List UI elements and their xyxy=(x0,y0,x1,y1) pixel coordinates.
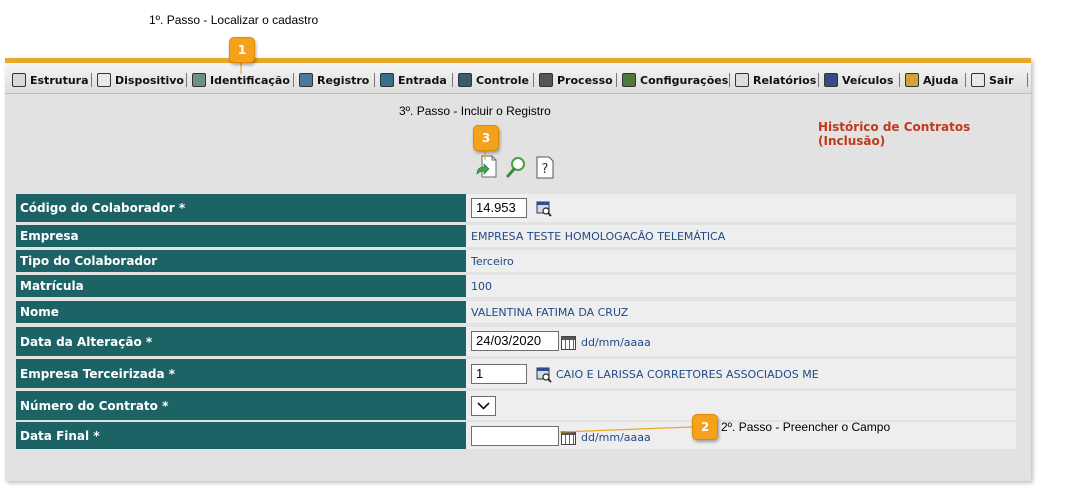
step1-note: 1º. Passo - Localizar o cadastro xyxy=(149,13,319,27)
search-icon[interactable] xyxy=(504,155,528,181)
menu-label: Veículos xyxy=(842,73,894,87)
value-matricula: 100 xyxy=(466,275,1016,297)
empresa-terceirizada-input[interactable]: 1 xyxy=(471,364,527,384)
calendar-icon[interactable] xyxy=(561,431,576,445)
step3-badge: 3 xyxy=(473,125,499,151)
label-data-alteracao: Data da Alteração * xyxy=(16,327,466,356)
chevron-down-icon xyxy=(477,402,490,410)
data-final-input[interactable] xyxy=(471,426,559,446)
value-tipo-colaborador: Terceiro xyxy=(466,250,1016,272)
menu-processo[interactable]: Processo xyxy=(539,72,613,88)
menu-label: Sair xyxy=(989,73,1014,87)
step2-badge: 2 xyxy=(692,414,718,440)
help-icon[interactable]: ? xyxy=(533,154,557,180)
menu-relatorios[interactable]: Relatórios xyxy=(735,72,816,88)
label-tipo-colaborador: Tipo do Colaborador xyxy=(16,250,466,272)
menu-configuracoes[interactable]: Configurações xyxy=(622,72,728,88)
main-panel: Estrutura Dispositivo Identificação Regi… xyxy=(5,58,1031,481)
estrutura-icon xyxy=(12,73,26,87)
controle-icon xyxy=(458,73,472,87)
new-record-icon[interactable] xyxy=(475,154,499,180)
menu-bar: Estrutura Dispositivo Identificação Regi… xyxy=(5,63,1031,94)
help-icon xyxy=(905,73,919,87)
value-empresa: EMPRESA TESTE HOMOLOGACÂO TELEMÁTICA xyxy=(466,225,1016,247)
value-numero-contrato-row xyxy=(466,391,1016,420)
menu-label: Relatórios xyxy=(753,73,817,87)
step3-note: 3º. Passo - Incluir o Registro xyxy=(399,104,551,118)
label-codigo-colaborador: Código do Colaborador * xyxy=(16,194,466,222)
value-nome: VALENTINA FATIMA DA CRUZ xyxy=(466,301,1016,323)
users-icon xyxy=(192,73,206,87)
menu-veiculos[interactable]: Veículos xyxy=(824,72,893,88)
lookup-icon[interactable] xyxy=(536,201,552,217)
calendar-icon[interactable] xyxy=(561,336,576,350)
label-nome: Nome xyxy=(16,301,466,323)
menu-label: Ajuda xyxy=(923,73,959,87)
data-alteracao-input[interactable]: 24/03/2020 xyxy=(471,331,559,351)
menu-label: Configurações xyxy=(640,73,729,87)
tools-icon xyxy=(539,73,553,87)
lookup-icon[interactable] xyxy=(536,367,552,383)
dispositivo-icon xyxy=(97,73,111,87)
label-empresa: Empresa xyxy=(16,225,466,247)
car-icon xyxy=(824,73,838,87)
menu-ajuda[interactable]: Ajuda xyxy=(905,72,958,88)
gear-icon xyxy=(622,73,636,87)
menu-label: Controle xyxy=(476,73,529,87)
date-format-hint: dd/mm/aaaa xyxy=(581,336,651,349)
menu-entrada[interactable]: Entrada xyxy=(380,72,447,88)
label-data-final: Data Final * xyxy=(16,422,466,449)
label-numero-contrato: Número do Contrato * xyxy=(16,391,466,420)
label-matricula: Matrícula xyxy=(16,275,466,297)
label-empresa-terceirizada: Empresa Terceirizada * xyxy=(16,359,466,388)
entrada-icon xyxy=(380,73,394,87)
menu-registro[interactable]: Registro xyxy=(299,72,369,88)
step1-badge: 1 xyxy=(229,37,255,63)
numero-contrato-select[interactable] xyxy=(471,396,496,416)
menu-controle[interactable]: Controle xyxy=(458,72,529,88)
date-format-hint: dd/mm/aaaa xyxy=(581,431,651,444)
empresa-terceirizada-name: CAIO E LARISSA CORRETORES ASSOCIADOS ME xyxy=(556,368,819,381)
page-title: Histórico de Contratos (Inclusão) xyxy=(818,120,971,148)
menu-label: Registro xyxy=(317,73,370,87)
exit-icon xyxy=(971,73,985,87)
svg-text:?: ? xyxy=(542,162,549,177)
menu-label: Entrada xyxy=(398,73,447,87)
step2-note: 2º. Passo - Preencher o Campo xyxy=(721,420,891,434)
menu-dispositivo[interactable]: Dispositivo xyxy=(97,72,184,88)
menu-label: Processo xyxy=(557,73,613,87)
relatorios-icon xyxy=(735,73,749,87)
menu-sair[interactable]: Sair xyxy=(971,72,1014,88)
codigo-colaborador-input[interactable]: 14.953 xyxy=(471,198,527,218)
menu-label: Identificação xyxy=(210,73,290,87)
menu-label: Estrutura xyxy=(30,73,89,87)
registro-icon xyxy=(299,73,313,87)
menu-identificacao[interactable]: Identificação xyxy=(192,72,290,88)
menu-estrutura[interactable]: Estrutura xyxy=(12,72,89,88)
menu-label: Dispositivo xyxy=(115,73,184,87)
